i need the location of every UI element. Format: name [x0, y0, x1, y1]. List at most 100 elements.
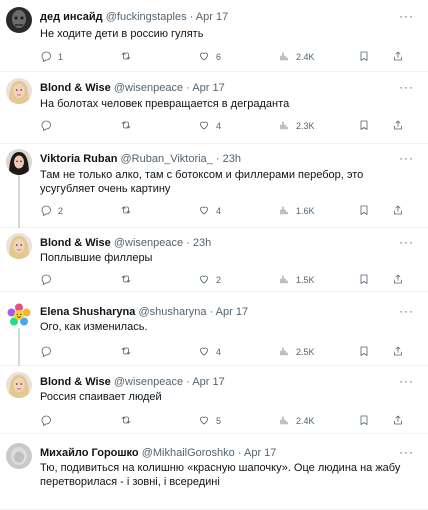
like-button[interactable]: 4 — [198, 345, 221, 359]
timestamp[interactable]: Apr 17 — [192, 376, 224, 388]
tweet-text: Тю, подивиться на колишню «красную шапоч… — [40, 462, 401, 488]
views-button[interactable]: 2.4K — [278, 414, 315, 428]
author-name[interactable]: Elena Shusharyna — [40, 306, 135, 318]
share-button[interactable] — [392, 204, 404, 218]
author-handle[interactable]: @MikhailGoroshko — [142, 447, 235, 459]
author-name[interactable]: Blond & Wise — [40, 376, 111, 388]
views-button[interactable]: 2.3K — [278, 119, 315, 133]
separator: · — [237, 447, 242, 459]
author-name[interactable]: Михайло Горошко — [40, 447, 139, 459]
views-button[interactable]: 2.5K — [278, 345, 315, 359]
more-options-icon[interactable]: ··· — [399, 9, 414, 23]
action-bar: 1 6 2.4K — [40, 50, 416, 64]
more-options-icon[interactable]: ··· — [399, 235, 414, 249]
views-count: 1.6K — [296, 206, 315, 216]
retweet-button[interactable] — [120, 345, 138, 359]
more-options-icon[interactable]: ··· — [399, 151, 414, 165]
avatar[interactable] — [6, 149, 32, 175]
bookmark-button[interactable] — [358, 345, 370, 359]
author-handle[interactable]: @wisenpeace — [114, 376, 183, 388]
like-button[interactable]: 2 — [198, 273, 221, 287]
reply-button[interactable] — [40, 273, 58, 287]
share-button[interactable] — [392, 50, 404, 64]
bookmark-icon — [358, 204, 370, 218]
retweet-button[interactable] — [120, 273, 138, 287]
reply-icon — [40, 345, 52, 359]
action-bar: 5 2.4K — [40, 414, 416, 428]
avatar[interactable] — [6, 78, 32, 104]
share-button[interactable] — [392, 119, 404, 133]
author-name[interactable]: Blond & Wise — [40, 237, 111, 249]
author-name[interactable]: Viktoria Ruban — [40, 153, 117, 165]
author-handle[interactable]: @wisenpeace — [114, 237, 183, 249]
timestamp[interactable]: Apr 17 — [244, 447, 276, 459]
like-button[interactable]: 5 — [198, 414, 221, 428]
avatar[interactable] — [6, 7, 32, 33]
timestamp[interactable]: Apr 17 — [216, 306, 248, 318]
action-bar: 2 1.5K — [40, 273, 416, 287]
tweet-header: Viktoria Ruban @Ruban_Viktoria_ · 23h — [40, 152, 416, 166]
like-count: 6 — [216, 52, 222, 62]
avatar[interactable] — [6, 372, 32, 398]
share-button[interactable] — [392, 414, 404, 428]
share-button[interactable] — [392, 273, 404, 287]
heart-icon — [198, 414, 210, 428]
author-handle[interactable]: @shusharyna — [138, 306, 206, 318]
views-count: 2.3K — [296, 121, 315, 131]
timestamp[interactable]: 23h — [223, 153, 241, 165]
avatar[interactable] — [6, 302, 32, 328]
tweet-header: Blond & Wise @wisenpeace · Apr 17 — [40, 375, 416, 389]
author-name[interactable]: Blond & Wise — [40, 82, 111, 94]
views-button[interactable]: 2.4K — [278, 50, 315, 64]
more-options-icon[interactable]: ··· — [399, 374, 414, 388]
reply-button[interactable]: 2 — [40, 204, 63, 218]
share-icon — [392, 119, 404, 133]
like-button[interactable]: 4 — [198, 119, 221, 133]
retweet-button[interactable] — [120, 414, 138, 428]
separator: · — [186, 376, 190, 388]
bookmark-button[interactable] — [358, 204, 370, 218]
avatar[interactable] — [6, 233, 32, 259]
timestamp[interactable]: 23h — [193, 237, 211, 249]
tweet-text: Поплывшие филлеры — [40, 252, 153, 264]
tweet-header: Elena Shusharyna @shusharyna · Apr 17 — [40, 305, 416, 319]
like-count: 5 — [216, 416, 222, 426]
tweet-header: Blond & Wise @wisenpeace · Apr 17 — [40, 81, 416, 95]
retweet-button[interactable] — [120, 204, 138, 218]
reply-button[interactable] — [40, 414, 58, 428]
avatar[interactable] — [6, 443, 32, 469]
bookmark-button[interactable] — [358, 119, 370, 133]
retweet-button[interactable] — [120, 119, 138, 133]
author-handle[interactable]: @fuckingstaples — [106, 11, 187, 23]
like-count: 4 — [216, 347, 222, 357]
like-button[interactable]: 6 — [198, 50, 221, 64]
timestamp[interactable]: Apr 17 — [192, 82, 224, 94]
bookmark-button[interactable] — [358, 273, 370, 287]
more-options-icon[interactable]: ··· — [399, 304, 414, 318]
like-button[interactable]: 4 — [198, 204, 221, 218]
author-handle[interactable]: @wisenpeace — [114, 82, 183, 94]
reply-button[interactable]: 1 — [40, 50, 63, 64]
heart-icon — [198, 273, 210, 287]
timestamp[interactable]: Apr 17 — [196, 11, 228, 23]
author-handle[interactable]: @Ruban_Viktoria_ — [121, 153, 213, 165]
share-button[interactable] — [392, 345, 404, 359]
retweet-button[interactable] — [120, 50, 138, 64]
separator: · — [209, 306, 214, 318]
reply-button[interactable] — [40, 119, 58, 133]
heart-icon — [198, 204, 210, 218]
bookmark-button[interactable] — [358, 50, 370, 64]
like-count: 2 — [216, 275, 222, 285]
views-button[interactable]: 1.6K — [278, 204, 315, 218]
more-options-icon[interactable]: ··· — [399, 80, 414, 94]
reply-button[interactable] — [40, 345, 58, 359]
tweet-body: дед инсайд @fuckingstaples · Apr 17 Не хо… — [40, 10, 416, 40]
heart-icon — [198, 119, 210, 133]
views-count: 1.5K — [296, 275, 315, 285]
more-options-icon[interactable]: ··· — [399, 445, 414, 459]
action-bar: 4 2.5K — [40, 345, 416, 359]
heart-icon — [198, 345, 210, 359]
views-button[interactable]: 1.5K — [278, 273, 315, 287]
author-name[interactable]: дед инсайд — [40, 11, 103, 23]
bookmark-button[interactable] — [358, 414, 370, 428]
